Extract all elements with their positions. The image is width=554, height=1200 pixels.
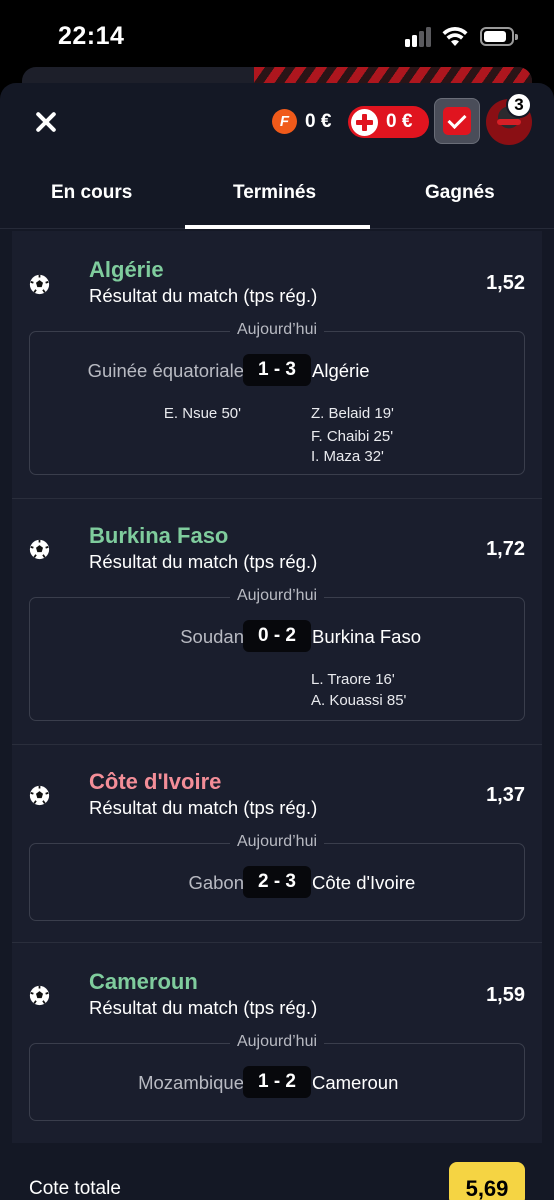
freebet-amount: 0 €	[305, 110, 332, 132]
bet-pick: Algérie	[89, 257, 164, 282]
battery-icon	[480, 27, 518, 46]
tab-termines[interactable]: Terminés	[233, 182, 316, 204]
match-date: Aujourd’hui	[229, 321, 325, 338]
match-result: Aujourd’hui Gabon 2 - 3 Côte d'Ivoire	[29, 833, 525, 921]
away-team: Côte d'Ivoire	[312, 872, 416, 893]
football-icon	[29, 274, 50, 295]
football-icon	[29, 785, 50, 806]
total-odds-label: Cote totale	[29, 1178, 121, 1199]
match-result: Aujourd’hui Mozambique 1 - 2 Cameroun	[29, 1033, 525, 1121]
home-team: Gabon	[188, 872, 244, 893]
status-time: 22:14	[58, 22, 125, 50]
bet-odds: 1,59	[486, 984, 525, 1006]
active-tab-indicator	[185, 225, 370, 229]
freebet-balance[interactable]: F 0 €	[272, 109, 331, 134]
bonus-plus-icon	[351, 108, 378, 136]
bet-item[interactable]: Algérie Résultat du match (tps rég.) 1,5…	[12, 231, 542, 499]
bet-market: Résultat du match (tps rég.)	[89, 997, 318, 1018]
top-bar: F 0 € 0 € 3	[0, 83, 554, 163]
bet-history-sheet: F 0 € 0 € 3 En cours Terminés Gagnés Alg…	[0, 83, 554, 1200]
home-team: Mozambique	[138, 1072, 244, 1093]
deposit-button[interactable]: 0 €	[348, 106, 429, 138]
bet-market: Résultat du match (tps rég.)	[89, 285, 318, 306]
bet-pick: Burkina Faso	[89, 523, 229, 548]
match-date: Aujourd’hui	[229, 587, 325, 604]
match-score: 0 - 2	[243, 620, 311, 652]
bet-market: Résultat du match (tps rég.)	[89, 551, 318, 572]
match-date: Aujourd’hui	[229, 1033, 325, 1050]
total-odds-value: 5,69	[449, 1162, 525, 1200]
bet-item[interactable]: Côte d'Ivoire Résultat du match (tps rég…	[12, 745, 542, 943]
signal-icon	[405, 27, 433, 47]
bet-market: Résultat du match (tps rég.)	[89, 797, 318, 818]
total-odds-bar: Cote totale 5,69	[0, 1143, 554, 1200]
tab-bar: En cours Terminés Gagnés	[0, 163, 554, 229]
match-result: Aujourd’hui Soudan 0 - 2 Burkina Faso L.…	[29, 587, 525, 721]
notification-badge: 3	[506, 92, 532, 118]
home-team: Soudan	[180, 626, 244, 647]
away-scorer: I. Maza 32'	[311, 448, 384, 465]
bet-odds: 1,52	[486, 272, 525, 294]
home-team: Guinée équatoriale	[87, 360, 244, 381]
my-bets-button[interactable]	[434, 98, 480, 144]
bet-item[interactable]: Cameroun Résultat du match (tps rég.) 1,…	[12, 943, 542, 1145]
tab-en-cours[interactable]: En cours	[51, 182, 132, 204]
balance-amount: 0 €	[386, 111, 413, 132]
bet-odds: 1,72	[486, 538, 525, 560]
away-scorer: L. Traore 16'	[311, 671, 395, 688]
away-scorer: A. Kouassi 85'	[311, 692, 407, 709]
match-score: 2 - 3	[243, 866, 311, 898]
bet-pick: Côte d'Ivoire	[89, 769, 222, 794]
match-score: 1 - 3	[243, 354, 311, 386]
bet-item[interactable]: Burkina Faso Résultat du match (tps rég.…	[12, 499, 542, 745]
checkmark-icon	[443, 107, 471, 135]
bet-pick: Cameroun	[89, 969, 198, 994]
tab-gagnes[interactable]: Gagnés	[425, 182, 495, 204]
home-scorer: E. Nsue 50'	[163, 405, 241, 422]
away-team: Cameroun	[312, 1072, 399, 1093]
away-team: Algérie	[312, 360, 370, 381]
football-icon	[29, 539, 50, 560]
wifi-icon	[442, 26, 468, 46]
away-scorer: Z. Belaid 19'	[311, 405, 394, 422]
away-team: Burkina Faso	[312, 626, 421, 647]
away-scorer: F. Chaibi 25'	[311, 428, 394, 445]
status-bar: 22:14	[0, 0, 554, 72]
match-result: Aujourd’hui Guinée équatoriale 1 - 3 Alg…	[29, 321, 525, 475]
match-score: 1 - 2	[243, 1066, 311, 1098]
football-icon	[29, 985, 50, 1006]
freebet-icon: F	[272, 109, 297, 134]
match-date: Aujourd’hui	[229, 833, 325, 850]
bet-odds: 1,37	[486, 784, 525, 806]
close-icon[interactable]	[34, 110, 58, 134]
